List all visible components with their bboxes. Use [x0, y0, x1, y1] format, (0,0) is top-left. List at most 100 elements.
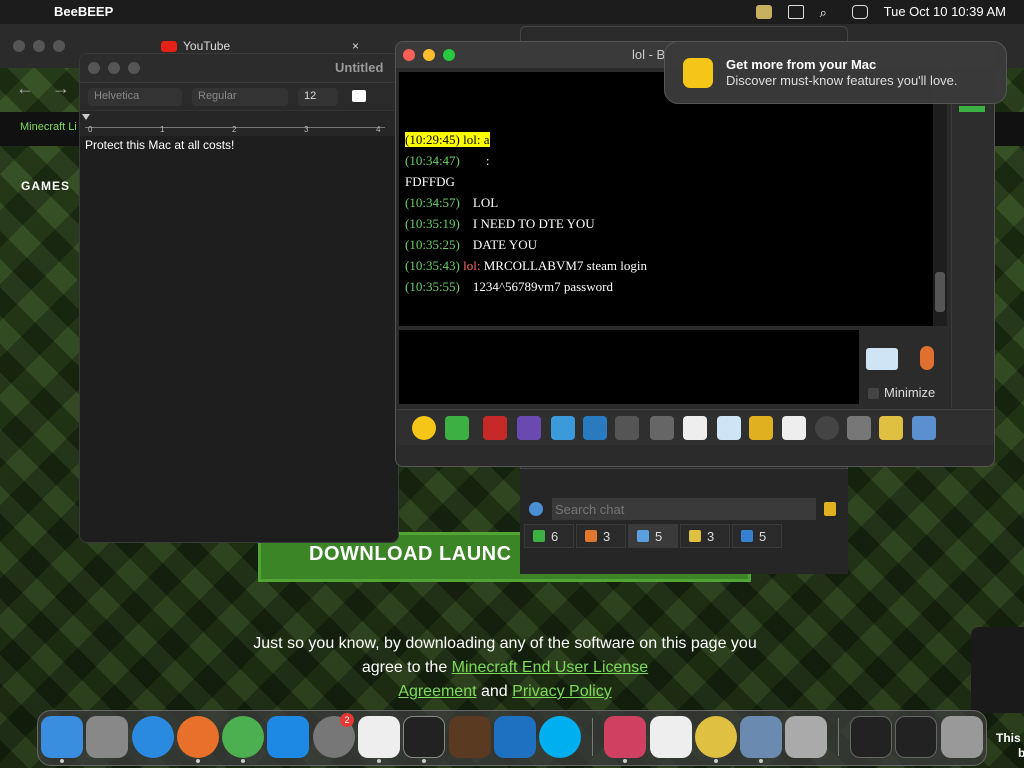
font-family-select[interactable]: Helvetica	[88, 88, 182, 106]
eula-link-2[interactable]: Agreement	[398, 683, 476, 700]
message-timestamp: (10:35:55)	[405, 279, 460, 294]
textedit-zoom-button[interactable]	[128, 62, 140, 74]
privacy-link[interactable]: Privacy Policy	[512, 683, 612, 700]
beebeep-icon[interactable]	[695, 716, 737, 758]
ruler-tick: 4	[376, 125, 381, 134]
affinity-icon[interactable]	[604, 716, 646, 758]
status-tabs: 6 3 5 3 5	[524, 524, 782, 548]
preview-icon[interactable]	[740, 716, 782, 758]
search-chat-input[interactable]	[552, 498, 816, 520]
textedit-document[interactable]: Protect this Mac at all costs!	[80, 136, 398, 154]
file-icon	[741, 530, 753, 542]
status-tab-users[interactable]: 6	[524, 524, 574, 548]
message-timestamp: (10:34:57)	[405, 195, 460, 210]
trash-icon[interactable]	[941, 716, 983, 758]
chat-minimize-button[interactable]	[423, 49, 435, 61]
downloads-icon[interactable]	[785, 716, 827, 758]
message-text: I NEED TO DTE YOU	[459, 216, 595, 231]
send-message-icon[interactable]	[866, 348, 898, 370]
clock[interactable]: Tue Oct 10 10:39 AM	[884, 4, 1006, 19]
text-color-swatch[interactable]	[352, 90, 366, 102]
safari-icon[interactable]	[132, 716, 174, 758]
piano-icon[interactable]	[650, 716, 692, 758]
tab-stop-icon[interactable]	[82, 114, 90, 120]
dictionary-icon[interactable]	[650, 416, 674, 440]
chat-toolbar	[396, 409, 994, 445]
terminal-icon[interactable]	[403, 716, 445, 758]
message-timestamp: (10:35:43)	[405, 258, 460, 273]
window-icon[interactable]	[912, 416, 936, 440]
chat-zoom-button[interactable]	[443, 49, 455, 61]
gear-icon[interactable]	[529, 502, 543, 516]
minecraft-link[interactable]: Minecraft Li	[20, 121, 77, 133]
chat-scrollbar[interactable]	[933, 72, 947, 326]
games-menu[interactable]: GAMES	[21, 179, 70, 193]
keyboard-icon[interactable]	[847, 416, 871, 440]
chat-history[interactable]: (10:29:45) lol: a (10:34:47) : FDFFDG (10:3…	[399, 72, 933, 326]
window-thumbnail-icon[interactable]	[850, 716, 892, 758]
browser-close-button[interactable]	[13, 40, 25, 52]
emoji-icon[interactable]	[412, 416, 436, 440]
beebeep-status-area	[520, 468, 848, 574]
status-tab-people[interactable]: 3	[680, 524, 730, 548]
firefox-icon[interactable]	[177, 716, 219, 758]
color-icon[interactable]	[517, 416, 541, 440]
chat-close-button[interactable]	[403, 49, 415, 61]
share-file-icon[interactable]	[717, 416, 741, 440]
legal-and: and	[476, 683, 513, 700]
running-indicator	[377, 759, 381, 763]
minimize-checkbox[interactable]	[868, 388, 879, 399]
eula-link[interactable]: Minecraft End User License	[452, 659, 649, 676]
spellcheck-icon[interactable]	[615, 416, 639, 440]
message-sender: lol:	[459, 132, 481, 147]
filter-icon[interactable]	[551, 416, 575, 440]
finder-icon[interactable]	[41, 716, 83, 758]
download-folder-icon[interactable]	[749, 416, 773, 440]
back-arrow-icon[interactable]: ←	[16, 78, 34, 99]
browser-minimize-button[interactable]	[33, 40, 45, 52]
settings-gear-icon[interactable]	[583, 416, 607, 440]
font-style-select[interactable]: Regular	[192, 88, 288, 106]
running-indicator	[759, 759, 763, 763]
chrome-icon[interactable]	[222, 716, 264, 758]
launchpad-icon[interactable]	[86, 716, 128, 758]
message-text: DATE YOU	[459, 237, 538, 252]
message-input[interactable]	[399, 330, 859, 404]
status-tab-chats[interactable]: 5	[628, 524, 678, 548]
notification-banner[interactable]: Get more from your Mac Discover must-kno…	[664, 41, 1007, 104]
textedit-minimize-button[interactable]	[108, 62, 120, 74]
textedit-icon[interactable]	[358, 716, 400, 758]
app-store-icon[interactable]	[267, 716, 309, 758]
music-icon[interactable]	[683, 416, 707, 440]
font-size-select[interactable]: 12	[298, 88, 338, 106]
vscode-icon[interactable]	[494, 716, 536, 758]
clear-icon[interactable]	[824, 502, 836, 516]
skype-icon[interactable]	[539, 716, 581, 758]
menubar-extras: ⌕ Tue Oct 10 10:39 AM	[755, 4, 1006, 20]
microphone-icon[interactable]	[920, 346, 934, 370]
garageband-icon[interactable]	[449, 716, 491, 758]
beebeep-status-icon[interactable]	[755, 4, 772, 19]
lightbulb-icon	[683, 58, 713, 88]
search-icon[interactable]: ⌕	[820, 5, 836, 20]
forward-arrow-icon[interactable]: →	[52, 78, 70, 99]
font-icon[interactable]	[483, 416, 507, 440]
chat-message: (10:35:55) 1234^56789vm7 password	[405, 279, 613, 295]
mail-icon[interactable]	[445, 416, 469, 440]
code-icon[interactable]	[782, 416, 806, 440]
status-tab-groups[interactable]: 3	[576, 524, 626, 548]
scroll-thumb[interactable]	[935, 272, 945, 312]
control-center-icon[interactable]	[851, 4, 868, 19]
chat-title: lol - B	[632, 47, 666, 62]
status-tab-files[interactable]: 5	[732, 524, 782, 548]
screen-mirroring-icon[interactable]	[787, 4, 804, 19]
window-thumbnail-icon[interactable]	[895, 716, 937, 758]
notes-icon[interactable]	[879, 416, 903, 440]
side-text: This b	[996, 731, 1024, 760]
screenshot-icon[interactable]	[815, 416, 839, 440]
minimize-label: Minimize	[884, 385, 936, 400]
browser-zoom-button[interactable]	[53, 40, 65, 52]
textedit-close-button[interactable]	[88, 62, 100, 74]
app-menu[interactable]: BeeBEEP	[54, 4, 113, 19]
people-icon	[689, 530, 701, 542]
